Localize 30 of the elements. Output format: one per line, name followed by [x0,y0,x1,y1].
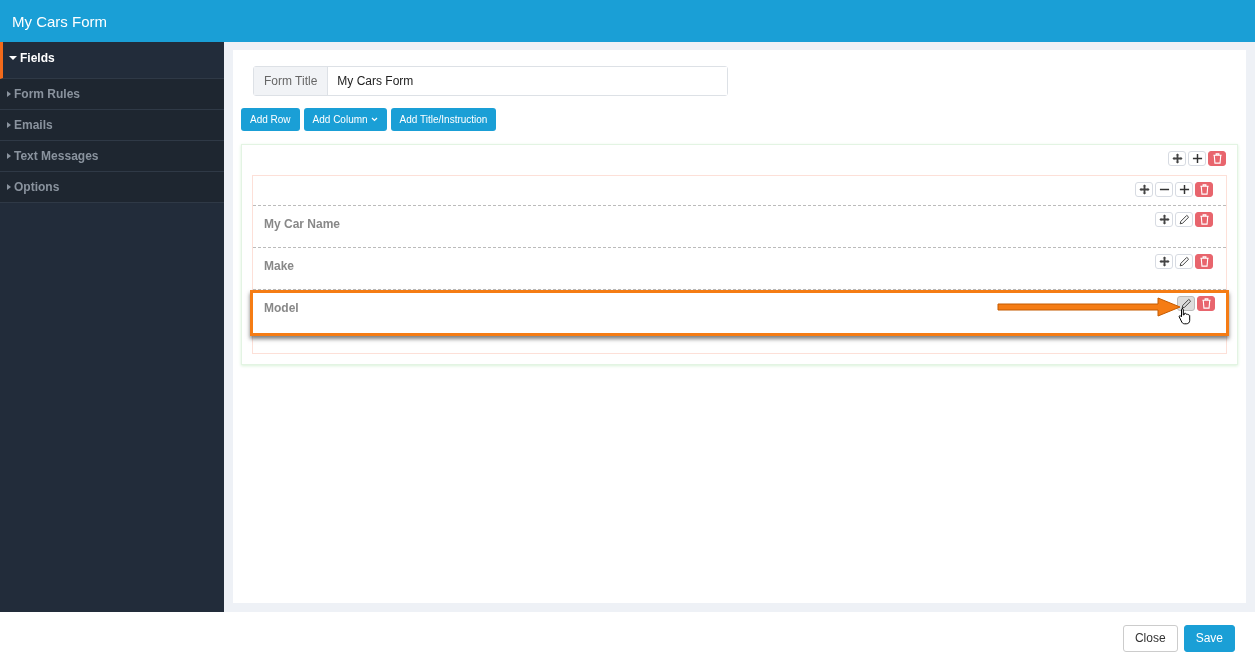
delete-button[interactable] [1197,296,1215,311]
toolbar-button[interactable]: Add Column [303,108,387,131]
toolbar-button[interactable]: Add Row [241,108,300,131]
edit-button[interactable] [1177,296,1195,311]
sidebar-item[interactable]: Options [0,172,224,203]
field-label: My Car Name [264,217,341,231]
save-button[interactable]: Save [1183,624,1235,652]
add-button[interactable] [1175,182,1193,197]
move-button[interactable] [1155,212,1173,227]
move-button[interactable] [1168,151,1186,166]
delete-button[interactable] [1195,254,1213,269]
field-label: Model [264,301,299,315]
field-label: Make [264,259,295,273]
toolbar-button[interactable]: Add Title/Instruction [390,108,497,131]
sidebar-item[interactable]: Text Messages [0,141,224,172]
add-button[interactable] [1188,151,1206,166]
delete-button[interactable] [1195,212,1213,227]
move-button[interactable] [1155,254,1173,269]
window-title: My Cars Form [12,12,107,30]
sidebar-item[interactable]: Form Rules [0,79,224,110]
sidebar-item[interactable]: Emails [0,110,224,141]
close-button[interactable]: Close [1122,624,1178,652]
remove-button[interactable] [1155,182,1173,197]
hand-cursor-icon [1178,307,1192,325]
move-button[interactable] [1135,182,1153,197]
edit-button[interactable] [1175,254,1193,269]
sidebar-item[interactable]: Fields [0,42,224,79]
field-label: Form Title [254,67,329,95]
edit-button[interactable] [1175,212,1193,227]
form-title-field[interactable]: Form Title My Cars Form [253,66,728,96]
